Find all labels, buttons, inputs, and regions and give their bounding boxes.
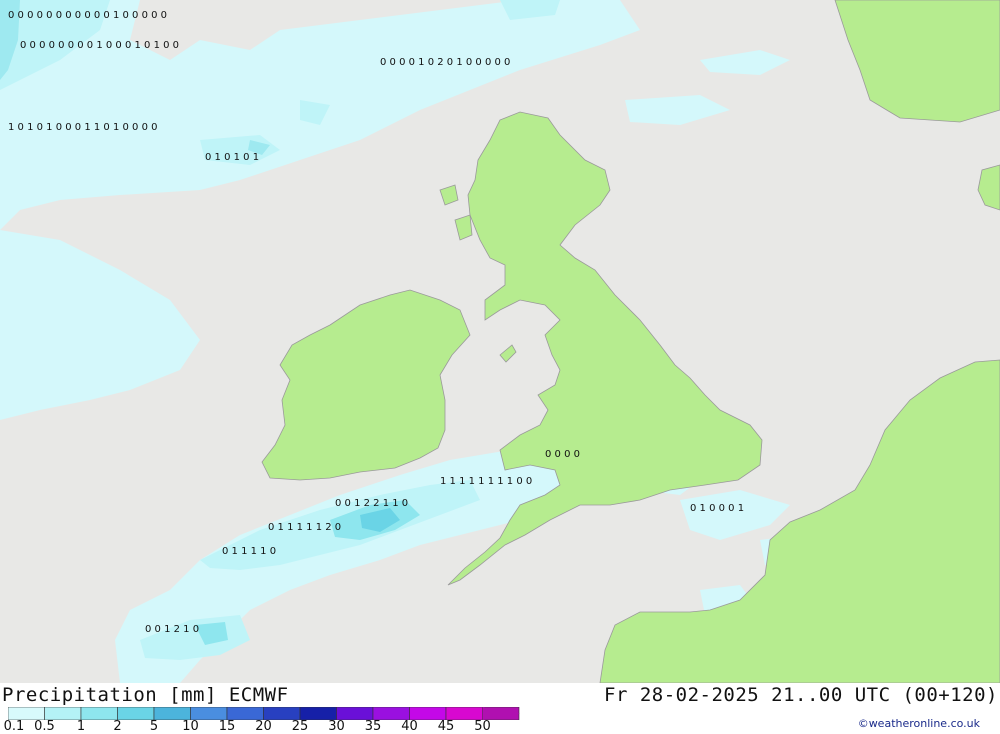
legend-tick-label: 40 xyxy=(401,719,418,734)
legend-tick-label: 0.1 xyxy=(3,719,25,734)
value-row: 0 0 0 0 xyxy=(545,449,580,460)
value-row: 0 1 1 1 1 1 2 0 xyxy=(268,522,341,533)
value-row: 0 0 1 2 1 0 xyxy=(145,624,199,635)
legend-tick-label: 1 xyxy=(76,719,86,734)
precipitation-map: 0 0 0 0 0 0 0 0 0 0 0 1 0 0 0 0 0 0 0 0 … xyxy=(0,0,1000,683)
legend-tick-label: 10 xyxy=(182,719,199,734)
map-title: Precipitation [mm] ECMWF xyxy=(2,684,289,706)
legend-tick-label: 50 xyxy=(474,719,491,734)
legend-tick-label: 15 xyxy=(218,719,236,734)
legend-tick-label: 45 xyxy=(437,719,455,734)
value-row: 0 1 1 1 1 0 xyxy=(222,546,276,557)
value-row: 0 1 0 0 0 1 xyxy=(690,503,744,514)
legend-tick-label: 5 xyxy=(149,719,159,734)
legend-tick-label: 30 xyxy=(328,719,345,734)
legend-tick-label: 20 xyxy=(255,719,272,734)
value-row: 0 0 0 0 0 0 0 0 0 0 0 1 0 0 0 0 0 xyxy=(8,10,167,21)
value-row: 0 1 0 1 0 1 xyxy=(205,152,259,163)
legend-tick-label: 35 xyxy=(364,719,382,734)
value-row: 1 1 1 1 1 1 1 1 0 0 xyxy=(440,476,532,487)
value-row: 1 0 1 0 1 0 0 0 1 1 0 1 0 0 0 0 xyxy=(8,122,157,133)
credit-link[interactable]: ©weatheronline.co.uk xyxy=(858,717,980,730)
legend-tick-label: 25 xyxy=(291,719,309,734)
value-row: 0 0 1 2 2 1 1 0 xyxy=(335,498,408,509)
legend-swatch xyxy=(80,707,118,720)
legend-tick-label: 0.5 xyxy=(34,719,55,734)
value-row: 0 0 0 0 1 0 2 0 1 0 0 0 0 0 xyxy=(380,57,510,68)
forecast-datetime: Fr 28-02-2025 21..00 UTC (00+120) xyxy=(604,684,998,706)
value-row: 0 0 0 0 0 0 0 0 1 0 0 0 1 0 1 0 0 xyxy=(20,40,179,51)
legend-swatch xyxy=(117,707,155,720)
legend-tick-label: 2 xyxy=(113,719,122,734)
